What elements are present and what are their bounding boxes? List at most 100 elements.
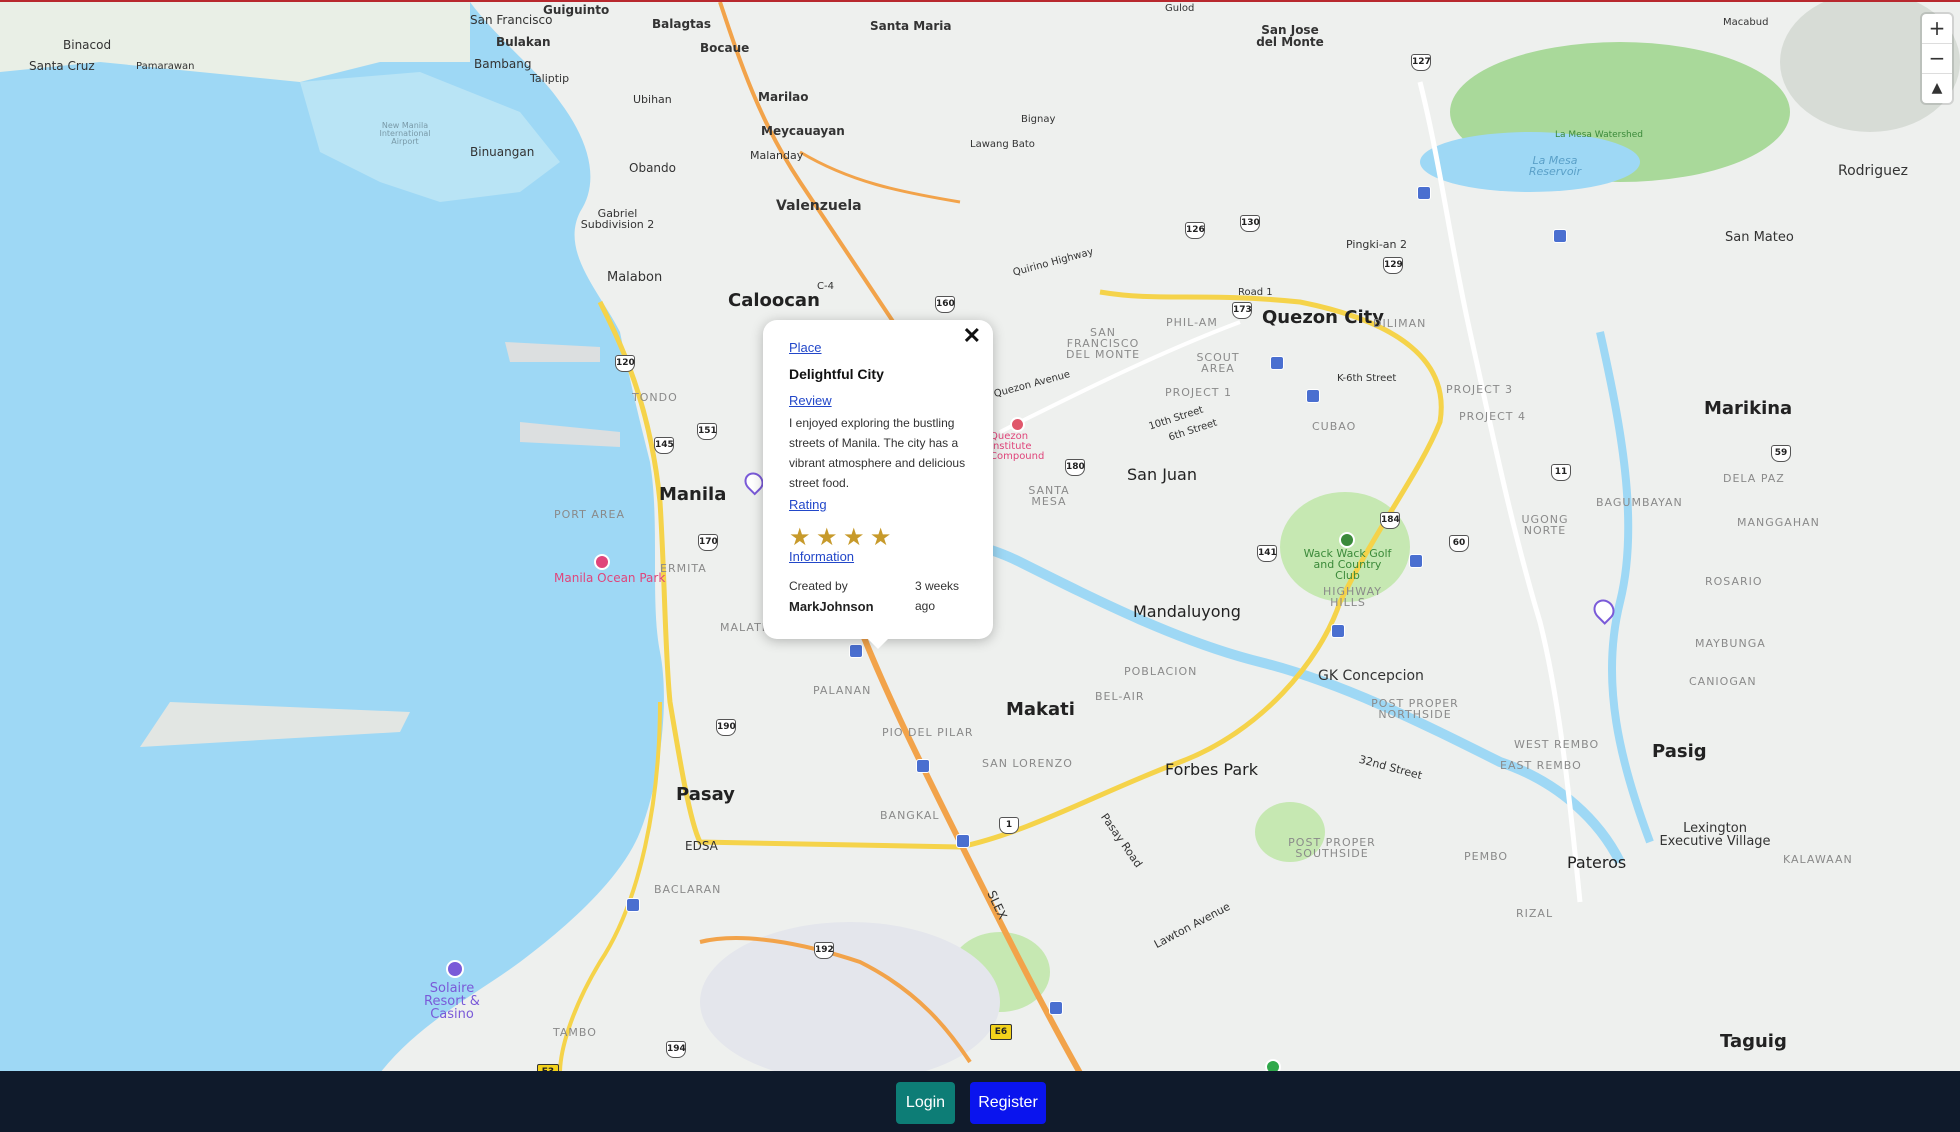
map-label-taguig: Taguig <box>1720 1031 1787 1052</box>
map-label-port-area: PORT AREA <box>554 508 625 521</box>
map-label-tondo: TONDO <box>632 391 678 404</box>
map-label-post-proper-north: POST PROPER NORTHSIDE <box>1371 697 1459 721</box>
route-shield: 173 <box>1232 302 1252 319</box>
pin-green-icon[interactable] <box>1339 532 1355 548</box>
transit-station-icon[interactable] <box>956 834 970 848</box>
transit-station-icon[interactable] <box>1270 356 1284 370</box>
route-shield: 11 <box>1551 464 1571 481</box>
route-shield: 130 <box>1240 215 1260 232</box>
place-link[interactable]: Place <box>789 340 822 355</box>
review-text: I enjoyed exploring the bustling streets… <box>789 416 966 490</box>
poi-solaire[interactable]: Solaire Resort & Casino <box>407 982 497 1021</box>
manila-bay-water <box>0 2 664 1071</box>
route-shield: 129 <box>1383 257 1403 274</box>
route-shield: 180 <box>1065 459 1085 476</box>
map-label-pembo: PEMBO <box>1464 850 1509 863</box>
route-shield: 141 <box>1257 545 1277 562</box>
transit-station-icon[interactable] <box>1306 389 1320 403</box>
review-link[interactable]: Review <box>789 393 832 408</box>
rating-link[interactable]: Rating <box>789 497 827 512</box>
login-button[interactable]: Login <box>896 1082 955 1124</box>
map-label-forbes-park: Forbes Park <box>1165 760 1258 779</box>
map-label-santa-mesa: SANTA MESA <box>1028 484 1070 508</box>
route-shield: 126 <box>1185 222 1205 239</box>
map-label-santa-cruz: Santa Cruz <box>29 59 95 73</box>
register-button[interactable]: Register <box>970 1082 1046 1124</box>
transit-station-icon[interactable] <box>626 898 640 912</box>
map-label-dela-paz: DELA PAZ <box>1723 472 1785 485</box>
map-label-quezon-city: Quezon City <box>1262 307 1384 328</box>
road-label-edsa: EDSA <box>685 839 718 853</box>
route-shield: 127 <box>1411 54 1431 71</box>
route-shield: 194 <box>666 1041 686 1058</box>
map-label-maybunga: MAYBUNGA <box>1695 637 1766 650</box>
place-name: Delightful City <box>789 366 884 382</box>
map-label-bignay: Bignay <box>1021 114 1056 125</box>
route-shield: 60 <box>1449 535 1469 552</box>
zoom-in-button[interactable]: + <box>1922 14 1952 44</box>
zoom-controls: + − ▲ <box>1922 14 1952 103</box>
map-label-baclaran: BACLARAN <box>654 883 722 896</box>
map-label-post-proper-south: POST PROPER SOUTHSIDE <box>1288 836 1376 860</box>
map-label-scout-area: SCOUT AREA <box>1196 351 1240 375</box>
airport-area <box>700 922 1000 1071</box>
map-label-tambo: TAMBO <box>553 1026 597 1039</box>
route-shield: 151 <box>697 423 717 440</box>
route-shield: 170 <box>698 534 718 551</box>
transit-station-icon[interactable] <box>916 759 930 773</box>
route-shield: 184 <box>1380 512 1400 529</box>
rating-stars: ★ ★ ★ ★ <box>789 523 892 552</box>
map-label-santa-maria: Santa Maria <box>870 19 952 33</box>
map-label-east-rembo: EAST REMBO <box>1500 759 1582 772</box>
map-label-lawang-bato: Lawang Bato <box>970 139 1035 150</box>
poi-quezon-institute[interactable]: Quezon Institute Compound <box>990 432 1060 462</box>
created-by-label: Created by <box>789 579 848 593</box>
transit-station-icon[interactable] <box>1331 624 1345 638</box>
map-label-malabon: Malabon <box>607 270 663 285</box>
transit-station-icon[interactable] <box>849 644 863 658</box>
map-label-caniogan: CANIOGAN <box>1689 675 1757 688</box>
pin-green-icon[interactable] <box>1265 1059 1281 1071</box>
pin-pink-icon[interactable] <box>594 554 610 570</box>
author-name: MarkJohnson <box>789 599 874 614</box>
poi-manila-ocean-park[interactable]: Manila Ocean Park <box>554 572 665 584</box>
map-label-ermita: ERMITA <box>660 562 707 575</box>
star-icon: ★ <box>842 524 865 551</box>
transit-station-icon[interactable] <box>1409 554 1423 568</box>
close-icon[interactable]: ✕ <box>963 323 981 349</box>
map-label-guiguinto: Guiguinto <box>543 3 610 17</box>
map-label-san-francisco: San Francisco <box>470 13 553 27</box>
map-label-bangkal: BANGKAL <box>880 809 940 822</box>
map-canvas[interactable]: Manila Caloocan Quezon City Makati Pasay… <box>0 0 1960 1071</box>
poi-la-mesa-watershed[interactable]: La Mesa Watershed <box>1555 131 1643 140</box>
map-label-bel-air: BEL-AIR <box>1095 690 1145 703</box>
map-label-rosario: ROSARIO <box>1705 575 1763 588</box>
poi-wack-wack[interactable]: Wack Wack Golf and Country Club <box>1300 548 1395 581</box>
reset-north-button[interactable]: ▲ <box>1922 74 1952 103</box>
pin-purple-icon[interactable] <box>446 960 464 978</box>
pin-red-icon[interactable] <box>1010 417 1025 432</box>
star-icon: ★ <box>869 524 892 551</box>
route-shield-expressway: E6 <box>990 1024 1012 1040</box>
map-label-pio-del-pilar: PIO DEL PILAR <box>882 726 974 739</box>
map-label-balagtas: Balagtas <box>652 17 712 31</box>
map-label-ubihan: Ubihan <box>633 93 672 106</box>
map-label-project-3: PROJECT 3 <box>1446 383 1514 396</box>
zoom-out-button[interactable]: − <box>1922 44 1952 74</box>
map-label-gabriel-subdivision: Gabriel Subdivision 2 <box>580 207 655 231</box>
road-label-k6th-street: K-6th Street <box>1337 373 1397 384</box>
map-label-west-rembo: WEST REMBO <box>1514 738 1600 751</box>
map-label-bocaue: Bocaue <box>700 41 750 55</box>
information-link[interactable]: Information <box>789 549 854 564</box>
map-label-diliman: DILIMAN <box>1373 317 1427 330</box>
map-label-palanan: PALANAN <box>813 684 872 697</box>
transit-station-icon[interactable] <box>1553 229 1567 243</box>
map-label-cubao: CUBAO <box>1312 420 1357 433</box>
transit-station-icon[interactable] <box>1417 186 1431 200</box>
route-shield: 59 <box>1771 445 1791 462</box>
map-label-obando: Obando <box>629 161 676 175</box>
road-label-road-1: Road 1 <box>1238 287 1273 298</box>
route-shield: 145 <box>654 437 674 454</box>
transit-station-icon[interactable] <box>1049 1001 1063 1015</box>
map-label-bambang: Bambang <box>474 57 532 71</box>
